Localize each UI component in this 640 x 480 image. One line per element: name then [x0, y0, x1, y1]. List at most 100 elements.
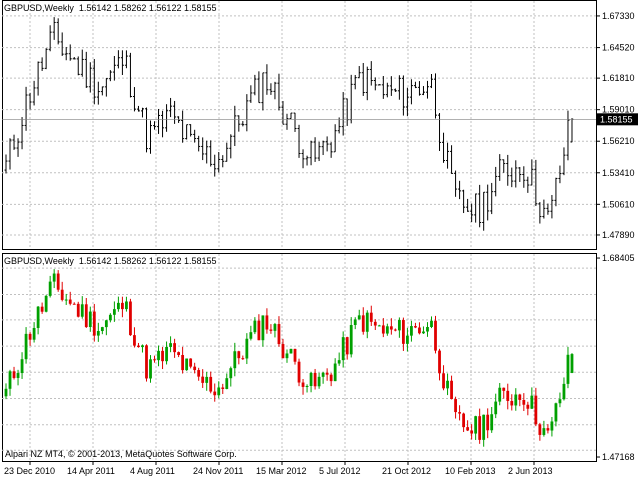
- candle-body[interactable]: [261, 315, 265, 341]
- candle-body[interactable]: [333, 363, 337, 382]
- candle-body[interactable]: [177, 352, 181, 356]
- candle-body[interactable]: [44, 295, 48, 312]
- candle-body[interactable]: [209, 376, 213, 392]
- candle-body[interactable]: [418, 327, 421, 334]
- candle-body[interactable]: [241, 358, 245, 360]
- candle-body[interactable]: [133, 335, 136, 346]
- candle-body[interactable]: [542, 428, 546, 435]
- candle-body[interactable]: [550, 421, 554, 431]
- candle-body[interactable]: [293, 348, 297, 362]
- candle-body[interactable]: [28, 333, 32, 340]
- candle-body[interactable]: [165, 346, 168, 362]
- candle-body[interactable]: [522, 399, 526, 405]
- candle-body[interactable]: [153, 359, 156, 361]
- candle-body[interactable]: [454, 399, 457, 413]
- candle-body[interactable]: [406, 335, 409, 344]
- candle-body[interactable]: [281, 344, 285, 359]
- candle-body[interactable]: [397, 320, 401, 331]
- candle-body[interactable]: [265, 315, 269, 330]
- candle-body[interactable]: [233, 351, 237, 369]
- candle-body[interactable]: [181, 355, 185, 371]
- candle-body[interactable]: [68, 299, 72, 304]
- candle-body[interactable]: [554, 403, 558, 422]
- candle-body[interactable]: [422, 331, 425, 334]
- candle-body[interactable]: [84, 304, 88, 328]
- candle-body[interactable]: [137, 345, 140, 348]
- candle-body[interactable]: [273, 324, 277, 331]
- candle-body[interactable]: [52, 273, 56, 282]
- candle-body[interactable]: [385, 326, 389, 334]
- panel1-price-bars[interactable]: [4, 17, 574, 231]
- candle-body[interactable]: [145, 345, 148, 379]
- candle-body[interactable]: [438, 350, 441, 374]
- candle-body[interactable]: [490, 414, 494, 431]
- candle-body[interactable]: [381, 325, 385, 334]
- candle-body[interactable]: [60, 289, 64, 300]
- candle-body[interactable]: [466, 427, 470, 431]
- candle-body[interactable]: [76, 303, 80, 317]
- candle-body[interactable]: [129, 301, 132, 336]
- candle-body[interactable]: [104, 320, 108, 328]
- candle-body[interactable]: [92, 311, 96, 336]
- candle-body[interactable]: [149, 359, 152, 379]
- candle-body[interactable]: [301, 382, 305, 387]
- candle-body[interactable]: [506, 390, 510, 401]
- candle-body[interactable]: [189, 358, 193, 367]
- candle-body[interactable]: [546, 428, 550, 431]
- candle-body[interactable]: [169, 343, 172, 347]
- candle-body[interactable]: [253, 320, 257, 333]
- candle-body[interactable]: [450, 380, 453, 400]
- candle-body[interactable]: [249, 332, 253, 339]
- candle-body[interactable]: [518, 394, 522, 400]
- candle-body[interactable]: [401, 320, 405, 344]
- candle-body[interactable]: [534, 395, 538, 425]
- candle-body[interactable]: [369, 312, 373, 322]
- candle-body[interactable]: [357, 315, 361, 320]
- candle-body[interactable]: [337, 360, 341, 364]
- candle-body[interactable]: [205, 376, 209, 383]
- candle-body[interactable]: [297, 361, 301, 383]
- candle-body[interactable]: [482, 414, 486, 440]
- candle-body[interactable]: [526, 404, 530, 409]
- candle-body[interactable]: [48, 281, 52, 296]
- candle-body[interactable]: [434, 320, 437, 351]
- candle-body[interactable]: [566, 354, 570, 384]
- candle-body[interactable]: [173, 343, 176, 353]
- candle-body[interactable]: [430, 320, 433, 327]
- candle-body[interactable]: [141, 345, 144, 348]
- candle-body[interactable]: [4, 388, 8, 397]
- candle-body[interactable]: [377, 325, 381, 327]
- candle-body[interactable]: [221, 387, 225, 389]
- chart-canvas[interactable]: 1.67330 1.64520 1.61810 1.59010 1.56210 1.534…: [0, 0, 640, 480]
- candle-body[interactable]: [197, 370, 201, 377]
- candle-body[interactable]: [125, 301, 128, 310]
- candle-body[interactable]: [414, 326, 417, 328]
- candle-body[interactable]: [8, 371, 12, 389]
- candle-body[interactable]: [56, 273, 60, 290]
- candle-body[interactable]: [64, 299, 68, 301]
- candle-body[interactable]: [373, 321, 377, 326]
- candle-body[interactable]: [80, 304, 84, 317]
- candle-body[interactable]: [426, 326, 429, 332]
- candle-body[interactable]: [317, 376, 321, 387]
- candle-body[interactable]: [213, 391, 217, 396]
- candle-body[interactable]: [442, 373, 445, 389]
- candle-body[interactable]: [470, 430, 474, 434]
- candle-body[interactable]: [16, 373, 20, 378]
- candle-body[interactable]: [277, 324, 281, 345]
- candle-body[interactable]: [510, 400, 514, 406]
- candle-body[interactable]: [345, 337, 349, 355]
- candle-body[interactable]: [217, 387, 221, 396]
- candle-body[interactable]: [237, 351, 241, 359]
- candle-body[interactable]: [32, 327, 36, 340]
- candle-body[interactable]: [257, 320, 261, 341]
- candle-body[interactable]: [446, 380, 449, 389]
- candle-body[interactable]: [474, 416, 478, 434]
- candle-body[interactable]: [12, 371, 16, 378]
- candle-body[interactable]: [309, 372, 313, 386]
- candle-body[interactable]: [112, 309, 116, 315]
- candle-body[interactable]: [185, 358, 189, 371]
- candle-body[interactable]: [289, 348, 293, 354]
- candle-body[interactable]: [562, 383, 566, 400]
- candle-body[interactable]: [410, 326, 413, 336]
